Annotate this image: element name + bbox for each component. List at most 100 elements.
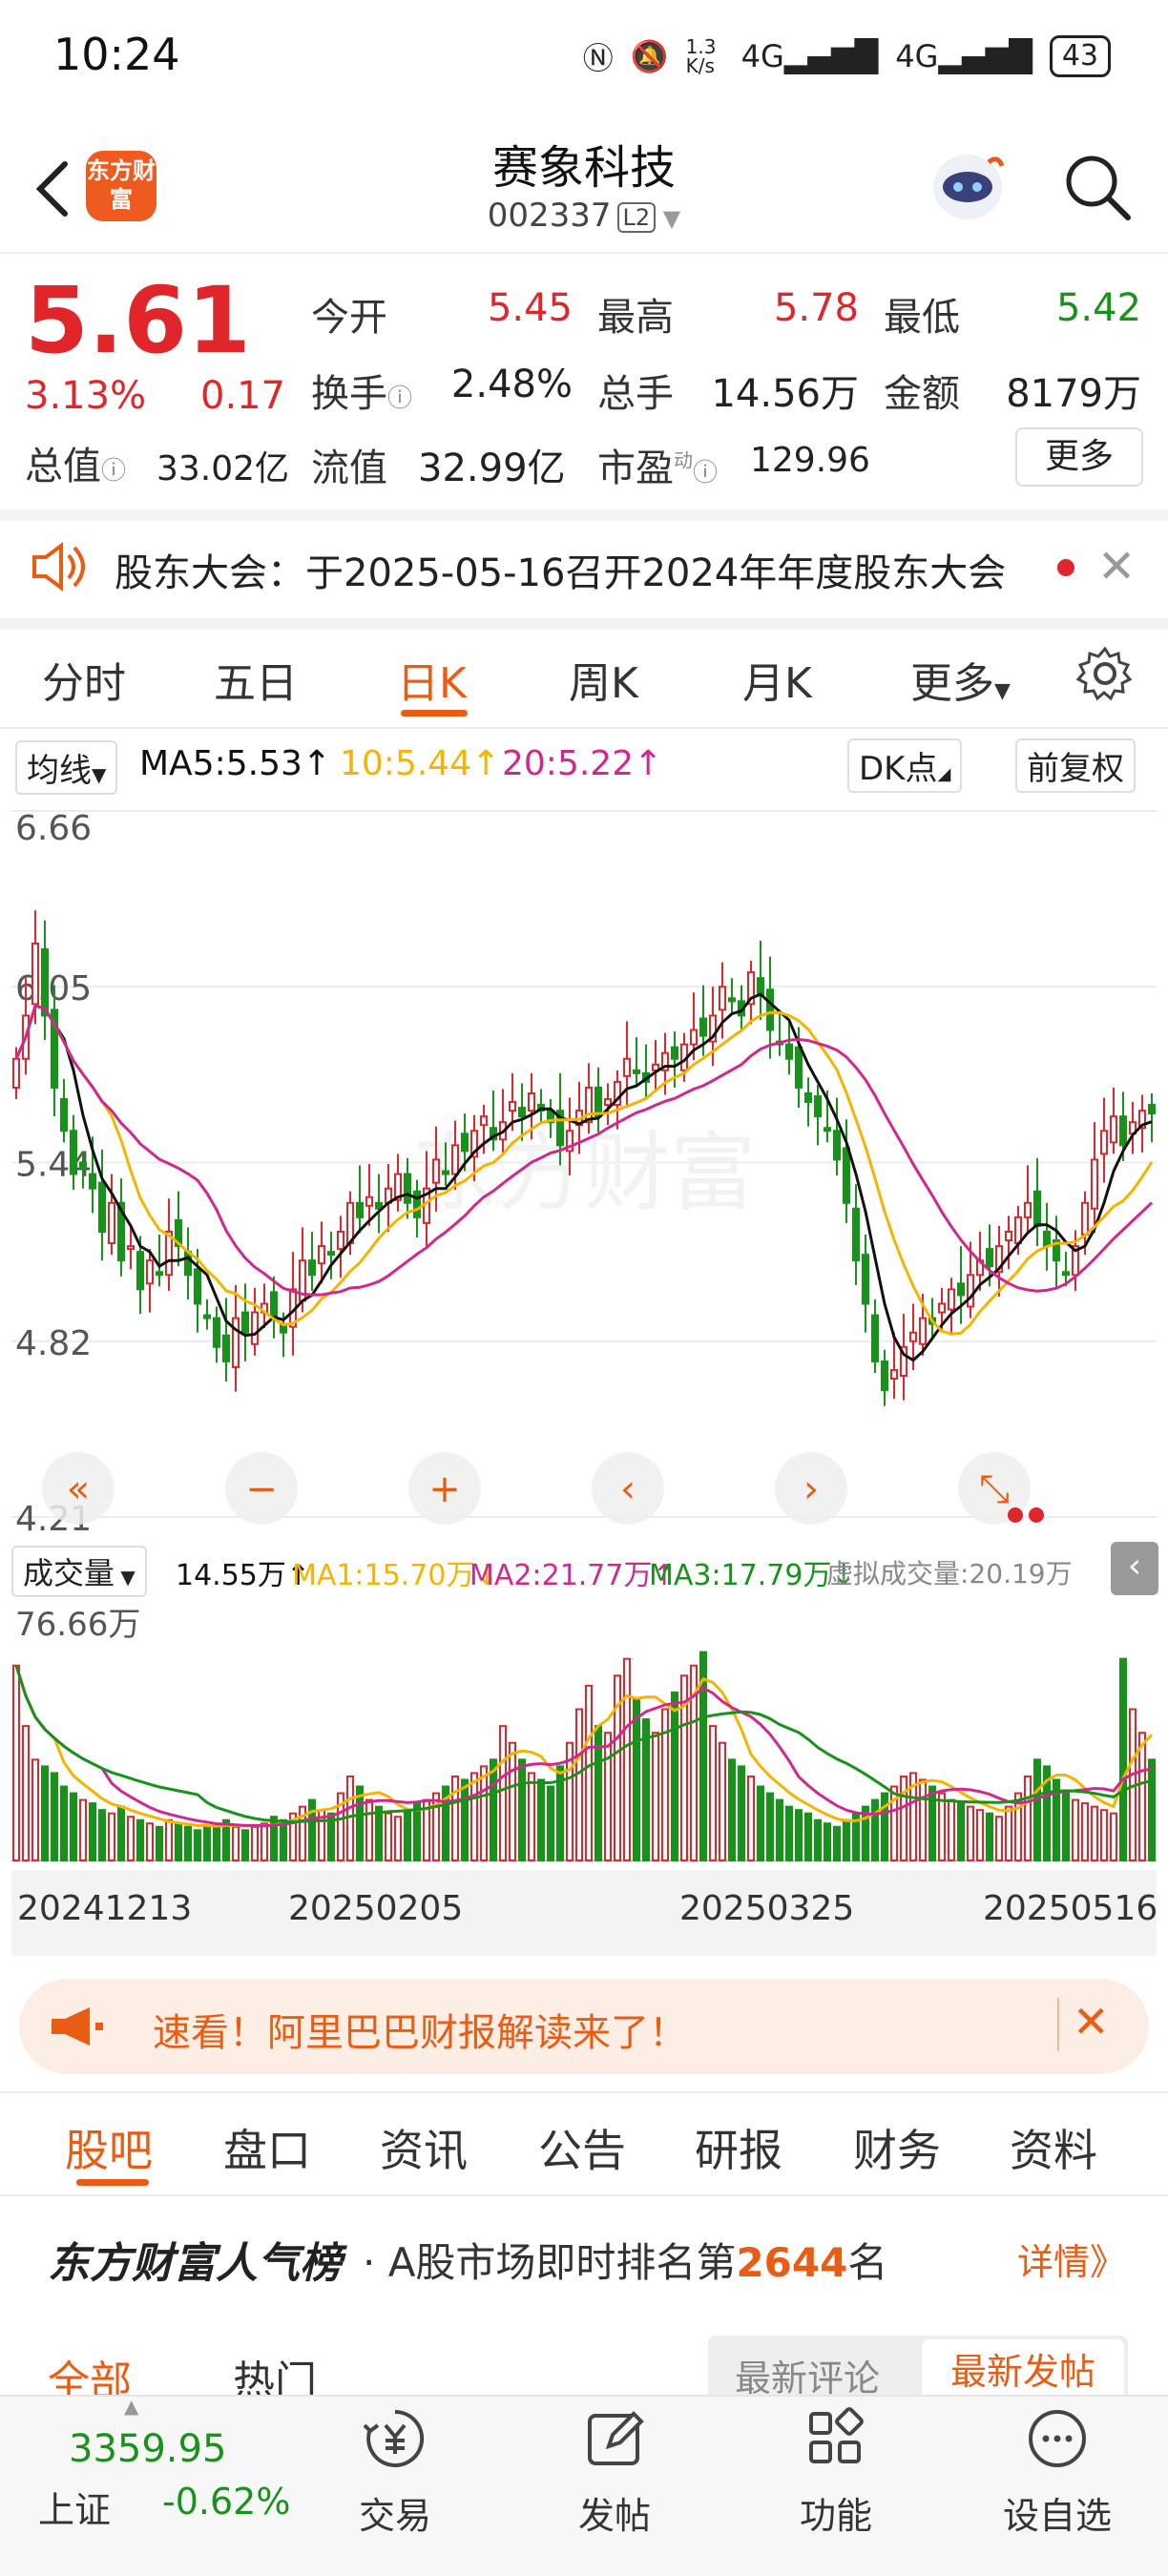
volume-chart[interactable]: 76.66万 — [11, 1593, 1157, 1870]
kline-chart[interactable]: 6.666.055.444.824.21东方财富« − + ‹ › ⤡ — [11, 792, 1157, 1536]
volume-bar — [232, 1825, 240, 1861]
volume-bar — [1110, 1812, 1117, 1861]
volume-bar — [175, 1822, 182, 1862]
candle-up — [1024, 1201, 1032, 1218]
volume-bar — [804, 1812, 812, 1861]
candle-down — [986, 1248, 993, 1268]
volume-bar — [642, 1718, 650, 1861]
volume-bar — [1119, 1657, 1127, 1861]
volume-bar — [795, 1809, 803, 1861]
volume-bar — [757, 1785, 764, 1861]
candle-down — [98, 1181, 106, 1233]
ma-select-dropdown[interactable]: 均线▼ — [15, 740, 118, 795]
tab-intraday[interactable]: 分时 — [42, 649, 126, 710]
candle-down — [957, 1282, 965, 1297]
popularity-detail-link[interactable]: 详情》 — [1017, 2233, 1126, 2285]
volume-bar — [375, 1805, 383, 1862]
candle-up — [623, 1057, 631, 1077]
index-change[interactable]: -0.62% — [162, 2481, 290, 2523]
volume-bar — [633, 1697, 640, 1861]
open-value: 5.45 — [487, 286, 573, 330]
change-percent: 3.13% — [25, 374, 147, 418]
candle-down — [881, 1360, 888, 1392]
close-icon[interactable]: ✕ — [1097, 540, 1136, 593]
adjust-mode-button[interactable]: 前复权 — [1015, 738, 1136, 793]
banner-text[interactable]: 速看！阿里巴巴财报解读来了！ — [153, 2002, 687, 2057]
candle-up — [337, 1230, 344, 1251]
more-button[interactable]: 更多 — [1015, 427, 1143, 487]
market-cap-value: 33.02亿 — [156, 449, 290, 488]
candle-down — [270, 1291, 278, 1319]
candle-up — [604, 1098, 612, 1107]
expand-up-icon[interactable]: ▲ — [124, 2395, 138, 2418]
tab-monthly-k[interactable]: 月K — [742, 649, 812, 710]
tab-daily-k[interactable]: 日K — [397, 649, 467, 710]
notice-text[interactable]: 股东大会：于2025-05-16召开2024年年度股东大会 — [115, 542, 1006, 597]
signal-icon: 4G▂▄▆█ — [740, 38, 879, 74]
date-label: 20250205 — [288, 1889, 464, 1928]
volume-bar — [919, 1778, 927, 1862]
candle-down — [156, 1271, 163, 1277]
search-icon[interactable] — [1059, 149, 1136, 225]
nav-functions[interactable]: 功能 — [769, 2404, 903, 2539]
collapse-left-icon[interactable]: ‹ — [1111, 1542, 1158, 1595]
index-name[interactable]: 上证 — [38, 2481, 111, 2533]
volume-bar — [509, 1741, 516, 1861]
tab-guba[interactable]: 股吧 — [65, 2116, 153, 2179]
index-value[interactable]: 3359.95 — [69, 2427, 226, 2471]
ma20-value: 20:5.22↑ — [502, 744, 663, 783]
nav-trade[interactable]: 交易 — [328, 2404, 462, 2539]
tab-more[interactable]: 更多▼ — [910, 649, 1011, 710]
divider — [0, 618, 1168, 630]
volume-bar — [413, 1802, 421, 1861]
candle-up — [12, 1057, 20, 1089]
tab-research[interactable]: 研报 — [695, 2116, 782, 2179]
assistant-robot-icon[interactable] — [922, 139, 1013, 231]
high-label: 最高 — [597, 296, 674, 340]
tab-weekly-k[interactable]: 周K — [569, 649, 638, 710]
close-icon[interactable]: ✕ — [1073, 1996, 1110, 2047]
volume-bar — [12, 1664, 20, 1861]
tab-pankou[interactable]: 盘口 — [223, 2116, 311, 2179]
nav-post[interactable]: 发帖 — [548, 2404, 681, 2539]
candle-up — [127, 1245, 135, 1251]
candle-down — [327, 1251, 335, 1257]
volume-select-dropdown[interactable]: 成交量 ▼ — [11, 1546, 147, 1597]
divider — [0, 2194, 1168, 2196]
candle-up — [1110, 1115, 1117, 1144]
tab-announcements[interactable]: 公告 — [538, 2116, 626, 2179]
volume-bar — [51, 1772, 58, 1861]
volume-bar — [117, 1805, 125, 1862]
candle-down — [785, 1043, 793, 1060]
candle-down — [184, 1251, 192, 1277]
tab-profile[interactable]: 资料 — [1010, 2116, 1097, 2179]
volume-bar — [60, 1785, 68, 1861]
volume-bar — [728, 1758, 736, 1861]
volume-bar — [1024, 1775, 1032, 1861]
candle-up — [909, 1331, 917, 1342]
candle-down — [804, 1092, 812, 1104]
tab-news[interactable]: 资讯 — [380, 2116, 468, 2179]
volume-bar — [585, 1684, 593, 1861]
candle-down — [852, 1207, 860, 1262]
volume-bar — [394, 1816, 402, 1861]
first-page-icon-glyph: « — [67, 1467, 90, 1511]
tab-five-day[interactable]: 五日 — [214, 649, 298, 710]
volume-bar — [156, 1825, 163, 1861]
volume-bar — [900, 1775, 907, 1861]
candle-down — [413, 1190, 421, 1218]
sort-latest-comment[interactable]: 最新评论 — [735, 2349, 880, 2401]
volume-bar — [165, 1818, 173, 1862]
nav-add-watchlist[interactable]: 设自选 — [991, 2404, 1124, 2539]
float-cap-value: 32.99亿 — [418, 447, 566, 490]
volume-bar — [1081, 1802, 1089, 1861]
candle-up — [432, 1158, 440, 1184]
volume-bar — [1138, 1732, 1146, 1861]
tab-finance[interactable]: 财务 — [853, 2116, 941, 2179]
candle-up — [1014, 1215, 1022, 1245]
settings-gear-icon[interactable] — [1076, 645, 1134, 702]
price-tick-label: 6.66 — [15, 809, 92, 848]
dk-point-button[interactable]: DK点◢ — [847, 738, 963, 793]
candle-up — [528, 1092, 535, 1112]
candle-down — [213, 1317, 220, 1348]
